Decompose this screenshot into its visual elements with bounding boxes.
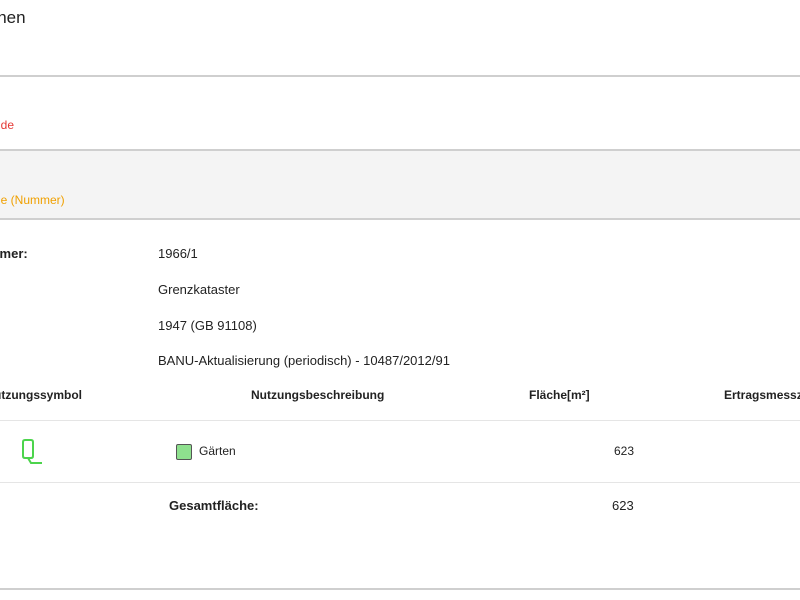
info-value-update: BANU-Aktualisierung (periodisch) - 10487… — [158, 353, 450, 368]
header-divider — [0, 75, 800, 77]
table-header-divider — [0, 420, 800, 421]
info-row-origin: 1947 (GB 91108) — [0, 318, 800, 338]
usage-description: Gärten — [199, 444, 236, 458]
info-value-cadastre: Grenzkataster — [158, 282, 240, 297]
info-row-number: mmer: 1966/1 — [0, 246, 800, 266]
page: ionen nde ) de (Nummer) mmer: 1966/1 Gre… — [0, 0, 800, 600]
garden-usage-icon — [22, 439, 42, 464]
total-area-label: Gesamtfläche: — [169, 498, 259, 513]
column-header-symbol: utzungssymbol — [0, 388, 83, 402]
selection-summary-link[interactable]: de (Nummer) — [0, 193, 65, 207]
info-value-origin: 1947 (GB 91108) — [158, 318, 257, 333]
total-area-value: 623 — [612, 498, 634, 513]
usage-color-swatch — [176, 444, 192, 460]
column-header-area: Fläche[m²] — [529, 388, 590, 402]
usage-area: 623 — [614, 444, 635, 458]
selection-summary-box: ) de (Nummer) — [0, 149, 800, 220]
column-header-description: Nutzungsbeschreibung — [251, 388, 385, 402]
table-row-divider — [0, 482, 800, 483]
info-label-number: mmer: — [0, 246, 28, 261]
info-value-number: 1966/1 — [158, 246, 198, 261]
info-row-cadastre: Grenzkataster — [0, 282, 800, 302]
column-header-yield: Ertragsmessza — [724, 388, 800, 402]
page-title: ionen — [0, 8, 26, 27]
red-section-link[interactable]: nde — [0, 118, 14, 132]
footer-divider — [0, 588, 800, 590]
info-row-update: g: BANU-Aktualisierung (periodisch) - 10… — [0, 353, 800, 373]
